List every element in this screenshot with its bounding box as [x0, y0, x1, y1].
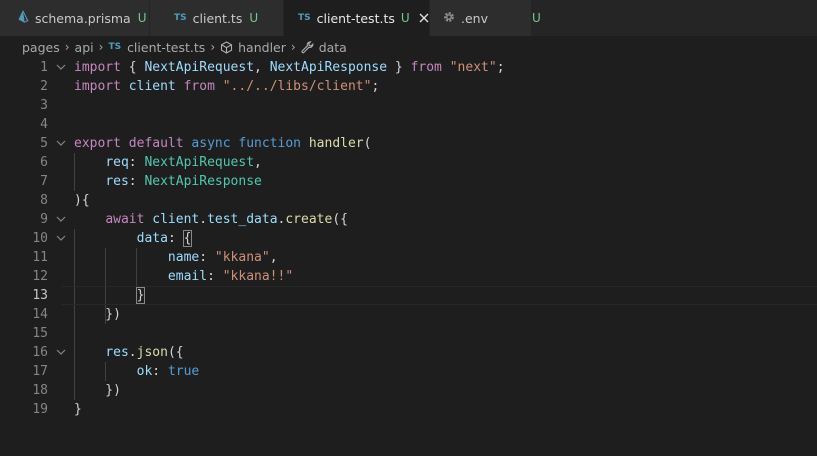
line-number: 14	[32, 307, 48, 322]
code-text: }	[74, 402, 82, 417]
line-number: 13	[32, 288, 48, 303]
code-text: export default async function handler(	[74, 136, 372, 151]
chevron-right-icon: ›	[64, 40, 70, 54]
chevron-right-icon: ›	[290, 40, 296, 54]
code-line: 3	[0, 96, 817, 115]
git-status-badge: U	[400, 11, 410, 25]
code-text: data: {	[136, 230, 193, 247]
breadcrumb: pages › api › TS client-test.ts › handle…	[0, 36, 817, 58]
tab-client-test-ts[interactable]: TS client-test.ts U	[284, 0, 430, 36]
code-line: 8 ){	[0, 191, 817, 210]
wrench-icon	[301, 40, 314, 54]
code-line: 6 req: NextApiRequest,	[0, 153, 817, 172]
code-line: 15	[0, 324, 817, 343]
line-number: 7	[40, 174, 48, 189]
line-number: 3	[40, 98, 48, 113]
code-line: 2 import client from "../../libs/client"…	[0, 77, 817, 96]
code-line: 17 ok: true	[0, 362, 817, 381]
code-line: 9 await client.test_data.create({	[0, 210, 817, 229]
line-number: 9	[40, 212, 48, 227]
tab-schema-prisma[interactable]: schema.prisma U	[0, 0, 150, 36]
typescript-icon: TS	[298, 13, 311, 23]
git-status-badge: U	[531, 11, 541, 25]
line-number: 4	[40, 117, 48, 132]
code-line: 7 res: NextApiResponse	[0, 172, 817, 191]
gear-icon	[443, 11, 455, 26]
code-text: await client.test_data.create({	[105, 212, 348, 227]
line-number: 2	[40, 79, 48, 94]
line-number: 12	[32, 269, 48, 284]
chevron-right-icon: ›	[98, 40, 104, 54]
code-editor[interactable]: 1 import { NextApiRequest, NextApiRespon…	[0, 58, 817, 456]
git-status-badge: U	[249, 11, 259, 25]
code-text: }	[135, 287, 146, 304]
line-number: 18	[32, 383, 48, 398]
close-icon[interactable]	[419, 9, 429, 27]
breadcrumb-item-handler[interactable]: handler	[238, 40, 286, 55]
code-line: 10 data: {	[0, 229, 817, 248]
line-number: 11	[32, 250, 48, 265]
code-line: 11 name: "kkana",	[0, 248, 817, 267]
chevron-down-icon[interactable]	[55, 229, 67, 248]
tab-label: client.ts	[192, 10, 243, 26]
code-text: })	[74, 307, 121, 322]
code-text: ){	[74, 193, 90, 208]
line-number: 5	[40, 136, 48, 151]
code-text: ok: true	[136, 364, 200, 379]
chevron-down-icon[interactable]	[55, 58, 67, 77]
git-status-badge: U	[137, 11, 147, 25]
code-text: email: "kkana!!"	[167, 269, 294, 284]
code-text: import client from "../../libs/client";	[74, 79, 380, 94]
tab-label: .env	[461, 10, 488, 26]
code-line: 5 export default async function handler(	[0, 134, 817, 153]
method-icon	[220, 40, 233, 54]
line-number: 17	[32, 364, 48, 379]
current-code-line: 13 }	[0, 286, 817, 305]
code-text: res.json({	[105, 345, 184, 360]
chevron-down-icon[interactable]	[55, 343, 67, 362]
line-number: 16	[32, 345, 48, 360]
line-number: 6	[40, 155, 48, 170]
chevron-down-icon[interactable]	[55, 210, 67, 229]
typescript-icon: TS	[108, 42, 122, 52]
code-line: 1 import { NextApiRequest, NextApiRespon…	[0, 58, 817, 77]
chevron-right-icon: ›	[210, 40, 216, 54]
tab-env[interactable]: .env U	[430, 0, 541, 36]
code-line: 19 }	[0, 400, 817, 419]
code-text: req: NextApiRequest,	[105, 155, 262, 170]
code-line: 16 res.json({	[0, 343, 817, 362]
tab-label: schema.prisma	[35, 10, 131, 26]
code-line: 18 })	[0, 381, 817, 400]
code-text: res: NextApiResponse	[105, 174, 262, 189]
line-number: 10	[32, 231, 48, 246]
code-text: })	[74, 383, 121, 398]
code-text: name: "kkana",	[167, 250, 278, 265]
tab-client-ts[interactable]: TS client.ts U	[150, 0, 284, 36]
breadcrumb-item-api[interactable]: api	[75, 40, 94, 55]
tab-label: client-test.ts	[316, 10, 395, 26]
breadcrumb-item-pages[interactable]: pages	[22, 40, 60, 55]
code-text: import { NextApiRequest, NextApiResponse…	[74, 60, 505, 75]
line-number: 19	[32, 402, 48, 417]
typescript-icon: TS	[174, 13, 187, 23]
line-number: 1	[40, 60, 48, 75]
code-line: 12 email: "kkana!!"	[0, 267, 817, 286]
breadcrumb-item-data[interactable]: data	[319, 40, 347, 55]
chevron-down-icon[interactable]	[55, 134, 67, 153]
code-line: 4	[0, 115, 817, 134]
breadcrumb-item-file[interactable]: client-test.ts	[127, 40, 205, 55]
prisma-icon	[18, 10, 29, 26]
line-number: 8	[40, 193, 48, 208]
code-line: 14 })	[0, 305, 817, 324]
line-number: 15	[32, 326, 48, 341]
editor-tab-bar: schema.prisma U TS client.ts U TS client…	[0, 0, 817, 36]
